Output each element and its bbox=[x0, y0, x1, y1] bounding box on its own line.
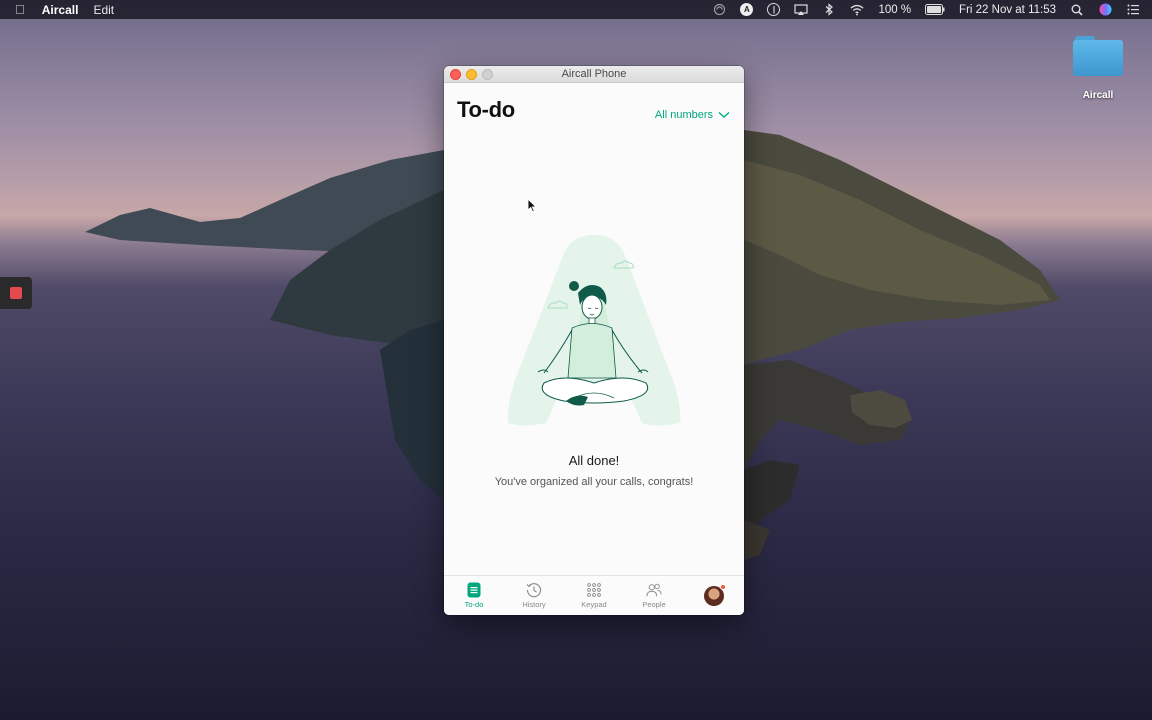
folder-icon bbox=[1073, 36, 1123, 76]
nav-keypad[interactable]: Keypad bbox=[566, 582, 622, 609]
nav-profile[interactable] bbox=[686, 583, 742, 606]
notification-dot bbox=[720, 583, 726, 590]
menu-edit[interactable]: Edit bbox=[93, 3, 114, 17]
folder-label: Aircall bbox=[1082, 90, 1114, 101]
minimize-window-button[interactable] bbox=[466, 69, 477, 80]
apple-icon[interactable]:  bbox=[15, 2, 25, 17]
empty-state-title: All done! bbox=[568, 453, 620, 468]
close-window-button[interactable] bbox=[450, 69, 461, 80]
sync-icon[interactable] bbox=[712, 3, 726, 17]
spotlight-icon[interactable] bbox=[1070, 3, 1084, 17]
filter-label: All numbers bbox=[654, 109, 713, 121]
aircall-phone-window: Aircall Phone To-do All numbers All done… bbox=[444, 66, 744, 615]
wifi-icon[interactable] bbox=[850, 3, 864, 17]
stop-icon bbox=[10, 287, 22, 299]
bottom-navigation: To-do History Keypad People bbox=[444, 575, 744, 615]
menu-bar:  Aircall Edit A | 100 % Fri 22 Nov at 1… bbox=[0, 0, 1152, 19]
avatar bbox=[704, 583, 726, 606]
nav-label: Keypad bbox=[581, 600, 607, 609]
todo-icon bbox=[466, 582, 482, 598]
menu-app-name[interactable]: Aircall bbox=[42, 3, 79, 17]
nav-label: History bbox=[522, 600, 546, 609]
bluetooth-icon[interactable] bbox=[822, 3, 836, 17]
screen-record-stop-button[interactable] bbox=[0, 277, 32, 309]
airplay-icon[interactable] bbox=[794, 3, 809, 17]
nav-label: To-do bbox=[464, 600, 484, 609]
maximize-window-button[interactable] bbox=[482, 69, 493, 80]
todo-content: To-do All numbers All done! You've organ… bbox=[444, 83, 744, 575]
page-title: To-do bbox=[457, 97, 515, 122]
people-icon bbox=[646, 582, 662, 598]
meditation-illustration bbox=[507, 235, 681, 426]
window-title: Aircall Phone bbox=[561, 68, 627, 80]
chevron-down-icon bbox=[718, 112, 730, 118]
battery-percent[interactable]: 100 % bbox=[878, 4, 911, 16]
empty-state-subtitle: You've organized all your calls, congrat… bbox=[494, 476, 694, 488]
onepassword-icon[interactable]: | bbox=[767, 3, 781, 16]
clock[interactable]: Fri 22 Nov at 11:53 bbox=[959, 4, 1056, 16]
battery-icon[interactable] bbox=[925, 3, 945, 17]
control-center-icon[interactable] bbox=[1126, 3, 1140, 17]
all-numbers-dropdown[interactable]: All numbers bbox=[655, 109, 730, 121]
desktop-folder-aircall[interactable]: Aircall bbox=[1072, 36, 1124, 101]
nav-label: People bbox=[642, 600, 666, 609]
history-icon bbox=[526, 582, 542, 598]
siri-icon[interactable] bbox=[1098, 3, 1112, 17]
nav-history[interactable]: History bbox=[506, 582, 562, 609]
nav-todo[interactable]: To-do bbox=[446, 582, 502, 609]
nav-people[interactable]: People bbox=[626, 582, 682, 609]
aircall-status-icon[interactable]: A bbox=[740, 3, 754, 16]
mouse-cursor-icon bbox=[527, 198, 537, 213]
keypad-icon bbox=[586, 582, 602, 598]
window-titlebar[interactable]: Aircall Phone bbox=[444, 66, 744, 83]
